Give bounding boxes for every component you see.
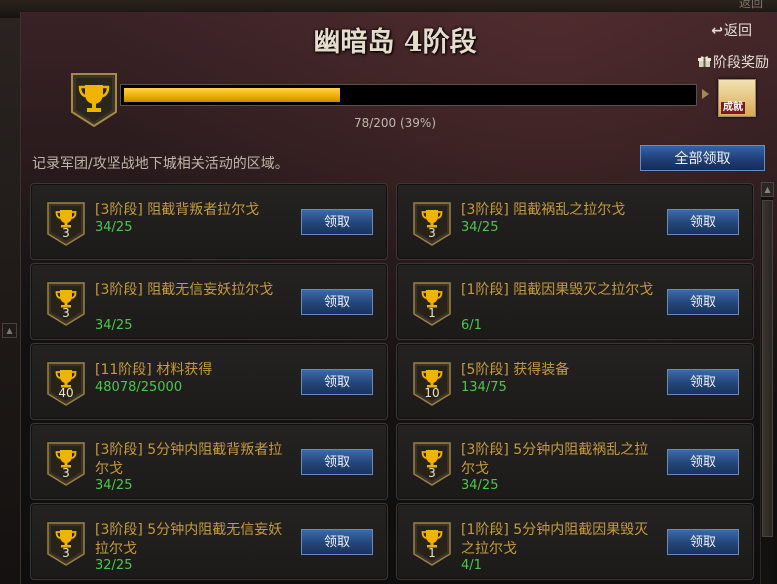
quest-card: 3 [3阶段] 阻截祸乱之拉尔戈 34/25 领取: [396, 183, 754, 260]
quest-title: [1阶段] 阻截因果毁灭之拉尔戈: [461, 282, 654, 298]
claim-button[interactable]: 领取: [667, 449, 739, 475]
quest-progress: 48078/25000: [95, 380, 183, 395]
trophy-icon: [70, 72, 118, 128]
trophy-icon: 1: [413, 522, 451, 566]
page-description: 记录军团/攻坚战地下城相关活动的区域。: [32, 156, 289, 172]
trophy-icon: 40: [47, 362, 85, 406]
stage-progress-fill: [124, 88, 340, 102]
claim-button[interactable]: 领取: [301, 289, 373, 315]
side-scroll-up-icon[interactable]: ▲: [2, 323, 17, 338]
quest-progress: 32/25: [95, 558, 133, 573]
quest-card: 3 [3阶段] 5分钟内阻截背叛者拉尔戈 34/25 领取: [30, 423, 388, 500]
trophy-icon: 3: [413, 202, 451, 246]
quest-level: 3: [62, 226, 70, 240]
trophy-icon: 3: [413, 442, 451, 486]
left-side-strip: ▲: [0, 18, 21, 584]
claim-button[interactable]: 领取: [667, 289, 739, 315]
quest-title: [3阶段] 阻截无信妄妖拉尔戈: [95, 282, 274, 298]
quest-card: 3 [3阶段] 阻截背叛者拉尔戈 34/25 领取: [30, 183, 388, 260]
quest-list-scrollbar[interactable]: ▲: [760, 182, 774, 584]
claim-button[interactable]: 领取: [301, 529, 373, 555]
quest-level: 3: [62, 466, 70, 480]
quest-title: [3阶段] 阻截祸乱之拉尔戈: [461, 202, 626, 218]
claim-button[interactable]: 领取: [301, 369, 373, 395]
quest-card: 3 [3阶段] 5分钟内阻截祸乱之拉尔戈 34/25 领取: [396, 423, 754, 500]
quest-progress: 34/25: [95, 478, 133, 493]
trophy-icon: 3: [47, 522, 85, 566]
quest-title: [3阶段] 阻截背叛者拉尔戈: [95, 202, 260, 218]
trophy-icon: 1: [413, 282, 451, 326]
quest-progress: 6/1: [461, 318, 482, 333]
scroll-thumb[interactable]: [762, 200, 773, 537]
quest-progress: 134/75: [461, 380, 507, 395]
gift-icon: [698, 56, 711, 68]
scroll-up-icon[interactable]: ▲: [761, 182, 774, 197]
quest-level: 3: [62, 546, 70, 560]
stage-progress-bar: [120, 84, 697, 106]
claim-button[interactable]: 领取: [301, 209, 373, 235]
quest-title: [3阶段] 5分钟内阻截祸乱之拉尔戈: [461, 442, 649, 477]
stage-reward-item[interactable]: 成就: [718, 79, 756, 117]
claim-button[interactable]: 领取: [667, 529, 739, 555]
quest-level: 1: [428, 306, 436, 320]
quest-card: 3 [3阶段] 5分钟内阻截无信妄妖拉尔戈 32/25 领取: [30, 503, 388, 580]
back-label: 返回: [724, 23, 752, 39]
quest-level: 3: [428, 466, 436, 480]
quest-title: [1阶段] 5分钟内阻截因果毁灭之拉尔戈: [461, 522, 649, 557]
back-top-label: 返回: [738, 0, 763, 10]
progress-end-arrow-icon: [702, 89, 709, 99]
claim-all-button[interactable]: 全部领取: [640, 145, 765, 171]
quest-level: 40: [58, 386, 74, 400]
stage-reward-link[interactable]: 阶段奖励: [698, 52, 769, 72]
quest-level: 10: [424, 386, 440, 400]
claim-button[interactable]: 领取: [667, 209, 739, 235]
quest-card: 40 [11阶段] 材料获得 48078/25000 领取: [30, 343, 388, 420]
quest-title: [11阶段] 材料获得: [95, 362, 213, 378]
quest-progress: 34/25: [461, 220, 499, 235]
stage-progress-text: 78/200 (39%): [353, 116, 437, 130]
trophy-icon: 3: [47, 282, 85, 326]
quest-card: 3 [3阶段] 阻截无信妄妖拉尔戈 34/25 领取: [30, 263, 388, 340]
quest-list: 3 [3阶段] 阻截背叛者拉尔戈 34/25 领取 3 [3阶段] 阻截祸乱之拉尔戈 34/…: [28, 180, 758, 584]
stage-reward-label: 阶段奖励: [713, 55, 769, 71]
quest-progress: 4/1: [461, 558, 482, 573]
quest-level: 1: [428, 546, 436, 560]
claim-button[interactable]: 领取: [667, 369, 739, 395]
quest-card: 1 [1阶段] 5分钟内阻截因果毁灭之拉尔戈 4/1 领取: [396, 503, 754, 580]
quest-card: 1 [1阶段] 阻截因果毁灭之拉尔戈 6/1 领取: [396, 263, 754, 340]
back-arrow-icon: ↩: [711, 23, 723, 39]
quest-title: [3阶段] 5分钟内阻截无信妄妖拉尔戈: [95, 522, 283, 557]
quest-level: 3: [428, 226, 436, 240]
quest-progress: 34/25: [95, 220, 133, 235]
quest-card: 10 [5阶段] 获得装备 134/75 领取: [396, 343, 754, 420]
back-button[interactable]: ↩返回: [711, 20, 752, 40]
trophy-icon: 3: [47, 202, 85, 246]
quest-progress: 34/25: [95, 318, 133, 333]
quest-title: [5阶段] 获得装备: [461, 362, 570, 378]
claim-button[interactable]: 领取: [301, 449, 373, 475]
quest-level: 3: [62, 306, 70, 320]
trophy-icon: 10: [413, 362, 451, 406]
trophy-icon: 3: [47, 442, 85, 486]
quest-title: [3阶段] 5分钟内阻截背叛者拉尔戈: [95, 442, 283, 477]
reward-item-label: 成就: [721, 102, 745, 114]
quest-progress: 34/25: [461, 478, 499, 493]
page-title: 幽暗岛 4阶段: [313, 27, 477, 58]
